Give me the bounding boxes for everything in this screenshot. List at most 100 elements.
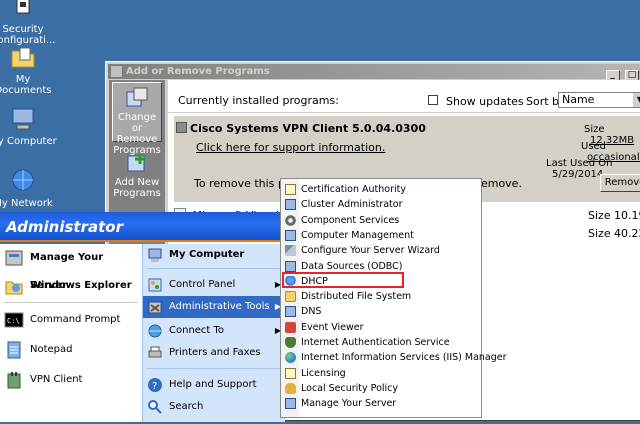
admin-item-label: DNS	[301, 306, 322, 318]
start-item-vpn-client[interactable]: VPN Client	[0, 366, 142, 394]
wizard-icon	[285, 245, 296, 257]
start-menu-pinned: Manage Your Server Windows Explorer C:\ …	[0, 244, 142, 422]
printer-icon	[147, 345, 163, 361]
ias-icon	[285, 337, 296, 348]
dfs-icon	[285, 291, 296, 303]
add-programs-icon	[124, 151, 150, 175]
explorer-icon	[4, 276, 24, 296]
admin-item-licensing[interactable]: Licensing	[281, 366, 481, 381]
admin-item-internet-authentication[interactable]: Internet Authentication Service	[281, 335, 481, 350]
size-label: Size	[588, 209, 611, 222]
admin-item-iis-manager[interactable]: Internet Information Services (IIS) Mana…	[281, 350, 507, 365]
window-app-icon	[110, 65, 123, 78]
start-item-control-panel[interactable]: Control Panel ▶	[143, 274, 285, 296]
window-titlebar[interactable]: Add or Remove Programs _ □	[108, 64, 640, 82]
last-used-value: 5/29/2014	[552, 169, 604, 180]
desktop-icon-label: My Network	[0, 198, 53, 209]
sidebar-item-label: Add New Programs	[113, 177, 161, 199]
start-item-connect-to[interactable]: Connect To ▶	[143, 320, 285, 342]
start-item-windows-explorer[interactable]: Windows Explorer	[0, 272, 142, 300]
network-icon	[8, 168, 38, 196]
start-item-help-support[interactable]: ? Help and Support	[143, 374, 285, 396]
control-panel-icon	[147, 277, 163, 293]
start-item-printers-faxes[interactable]: Printers and Faxes	[143, 342, 285, 364]
admin-item-manage-your-server[interactable]: Manage Your Server	[281, 396, 481, 411]
admin-item-event-viewer[interactable]: Event Viewer	[281, 320, 481, 335]
folder-documents-icon	[8, 44, 38, 72]
start-item-command-prompt[interactable]: C:\ Command Prompt	[0, 306, 142, 334]
sidebar-add-programs-button[interactable]: Add New Programs	[112, 148, 162, 200]
admin-item-label: Certification Authority	[301, 184, 406, 195]
installed-programs-label: Currently installed programs:	[178, 94, 339, 107]
computer-icon	[8, 106, 38, 134]
last-used-label: Last Used On	[546, 158, 613, 169]
admin-item-label: Manage Your Server	[301, 398, 397, 410]
licensing-icon	[285, 367, 296, 379]
start-item-label: VPN Client	[30, 374, 83, 385]
admin-item-label: Computer Management	[301, 229, 414, 241]
vpn-client-icon	[4, 370, 24, 390]
iis-icon	[285, 352, 296, 364]
admin-item-distributed-file-system[interactable]: Distributed File System	[281, 289, 481, 304]
program-name: Cisco Systems VPN Client 5.0.04.0300	[190, 122, 426, 135]
support-info-link[interactable]: Click here for support information.	[196, 141, 385, 154]
vpn-program-icon	[176, 122, 187, 133]
svg-text:C:\: C:\	[7, 317, 20, 325]
notepad-icon	[4, 340, 24, 360]
administrative-tools-submenu: Certification Authority Cluster Administ…	[280, 178, 507, 418]
admin-item-certification-authority[interactable]: Certification Authority	[281, 182, 481, 197]
admin-item-configure-server-wizard[interactable]: Configure Your Server Wizard	[281, 243, 481, 258]
admin-item-label: Local Security Policy	[301, 382, 398, 394]
start-item-my-computer[interactable]: My Computer	[143, 244, 285, 266]
sort-by-select[interactable]: Name ▼	[558, 92, 640, 108]
component-icon	[285, 214, 296, 226]
start-item-label: Windows Explorer	[30, 280, 132, 291]
desktop-icon-my-computer[interactable]: My Computer	[0, 106, 58, 147]
size-value: 40.22MB	[614, 227, 640, 240]
computer-icon	[147, 247, 163, 263]
chevron-down-icon: ▼	[633, 93, 640, 107]
desktop-icon-label: Security Configurati...	[0, 24, 56, 46]
show-updates-label: Show updates	[446, 95, 524, 108]
admin-item-cluster-administrator[interactable]: Cluster Administrator	[281, 197, 481, 212]
start-item-label: Control Panel	[169, 279, 236, 290]
desktop-icon-my-documents[interactable]: My Documents	[0, 44, 58, 96]
user-name: Administrator	[6, 218, 123, 236]
window-title: Add or Remove Programs	[126, 66, 270, 77]
admin-item-dns[interactable]: DNS	[281, 304, 481, 319]
command-prompt-icon: C:\	[4, 310, 24, 330]
sort-by-value: Name	[562, 93, 595, 106]
start-menu: Administrator Manage Your Server Windows…	[0, 212, 285, 422]
start-item-label: My Computer	[169, 249, 245, 260]
computer-mgmt-icon	[285, 229, 296, 241]
cert-icon	[285, 184, 296, 195]
admin-item-label: Component Services	[301, 214, 400, 226]
desktop-icon-label: My Computer	[0, 136, 57, 147]
remove-button[interactable]: Remove	[600, 174, 640, 192]
start-item-manage-server[interactable]: Manage Your Server	[0, 244, 142, 291]
admin-item-computer-management[interactable]: Computer Management	[281, 228, 481, 243]
help-icon: ?	[147, 377, 163, 393]
admin-item-local-security-policy[interactable]: Local Security Policy	[281, 381, 481, 396]
admin-item-component-services[interactable]: Component Services	[281, 213, 481, 228]
show-updates-checkbox[interactable]	[428, 95, 438, 105]
start-item-label: Command Prompt	[30, 314, 121, 325]
desktop-icon-my-network[interactable]: My Network	[0, 168, 58, 209]
admin-item-label: Data Sources (ODBC)	[301, 260, 403, 272]
server-icon	[4, 248, 24, 268]
start-item-label: Help and Support	[169, 379, 257, 390]
start-item-label: Administrative Tools	[169, 301, 270, 312]
desktop-icon-security-config[interactable]: Security Configurati...	[0, 0, 58, 46]
start-item-label: Notepad	[30, 344, 73, 355]
desktop-icon-label: My Documents	[0, 74, 52, 96]
start-item-notepad[interactable]: Notepad	[0, 336, 142, 364]
dhcp-highlight-box	[282, 272, 404, 288]
size-label: Size	[584, 124, 605, 135]
admin-item-label: Internet Information Services (IIS) Mana…	[301, 352, 507, 364]
start-item-label: Connect To	[169, 325, 225, 336]
start-menu-header: Administrator	[0, 212, 285, 242]
admin-tools-icon	[147, 299, 163, 315]
sidebar-change-remove-button[interactable]: Change or Remove Programs	[112, 82, 162, 156]
start-item-label: Printers and Faxes	[169, 347, 261, 358]
start-item-administrative-tools[interactable]: Administrative Tools ▶	[143, 296, 285, 318]
